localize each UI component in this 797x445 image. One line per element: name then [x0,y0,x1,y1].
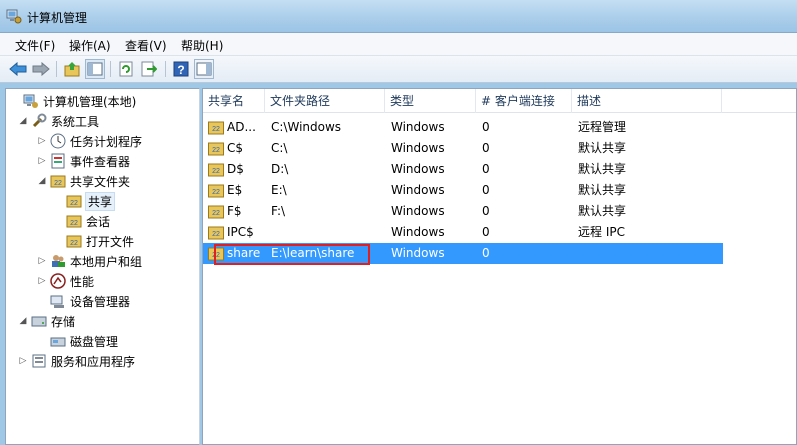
svg-text:22: 22 [70,200,78,207]
table-row[interactable]: 22 C$ C:\ Windows 0 默认共享 [203,138,723,159]
window-title: 计算机管理 [27,11,88,25]
export-list-icon[interactable] [139,59,159,79]
collapse-icon[interactable]: ◢ [18,116,28,126]
tree-item-shared-folders[interactable]: ◢ 22 共享文件夹 [37,172,130,190]
share-icon: 22 [208,121,224,135]
toolbar: ? [0,56,797,83]
tree-item-local-users-groups[interactable]: ▷ 本地用户和组 [37,252,142,270]
svg-text:22: 22 [212,210,220,217]
table-row-selected[interactable]: 22 share E:\learn\share Windows 0 [203,243,723,264]
table-row[interactable]: 22 IPC$ Windows 0 远程 IPC [203,222,723,243]
share-icon: 22 [208,205,224,219]
event-viewer-icon [51,153,65,169]
svg-text:22: 22 [70,220,78,227]
expand-icon[interactable]: ▷ [37,136,47,146]
table-row[interactable]: 22 AD... C:\Windows Windows 0 远程管理 [203,117,723,138]
device-manager-icon [50,295,64,308]
column-client-connections[interactable]: # 客户端连接 [476,89,572,113]
menu-view[interactable]: 查看(V) [125,37,167,54]
title-bar: 计算机管理 [0,0,797,33]
share-icon: 22 [208,226,224,240]
tools-icon [32,113,47,128]
svg-text:22: 22 [54,180,62,187]
back-icon[interactable] [8,59,28,79]
list-header: 共享名 文件夹路径 类型 # 客户端连接 描述 [203,89,796,113]
users-icon [52,255,65,267]
computer-management-icon [23,94,38,108]
show-hide-tree-icon[interactable] [85,59,105,79]
tree-item-event-viewer[interactable]: ▷ 事件查看器 [37,152,130,170]
share-icon: 22 [66,235,82,248]
menu-file[interactable]: 文件(F) [15,37,55,54]
svg-text:22: 22 [212,147,220,154]
tree-item-disk-management[interactable]: 磁盘管理 [50,332,118,350]
column-description[interactable]: 描述 [572,89,722,113]
clock-icon [50,133,66,149]
services-icon [32,354,46,368]
tree-item-storage[interactable]: ◢ 存储 [18,312,75,330]
menu-action[interactable]: 操作(A) [69,37,111,54]
tree-item-services-applications[interactable]: ▷ 服务和应用程序 [18,352,135,370]
share-icon: 22 [66,215,82,228]
expand-icon[interactable]: ▷ [37,256,47,266]
action-pane-icon[interactable] [194,59,214,79]
console-tree[interactable]: 计算机管理(本地) ◢ 系统工具 ▷ 任务计划程序 ▷ 事件查看器 ◢ 22 共… [5,88,200,445]
svg-text:?: ? [177,63,184,77]
svg-text:22: 22 [212,189,220,196]
computer-management-icon [6,9,22,24]
share-icon: 22 [208,247,224,261]
help-icon[interactable]: ? [171,59,191,79]
tree-item-shares[interactable]: 22 共享 [66,191,116,211]
table-row[interactable]: 22 D$ D:\ Windows 0 默认共享 [203,159,723,180]
table-row[interactable]: 22 E$ E:\ Windows 0 默认共享 [203,180,723,201]
storage-icon [31,316,47,327]
tree-item-task-scheduler[interactable]: ▷ 任务计划程序 [37,132,142,150]
svg-text:22: 22 [212,168,220,175]
svg-text:22: 22 [212,126,220,133]
collapse-icon[interactable]: ◢ [18,316,28,326]
up-folder-icon[interactable] [62,59,82,79]
tree-item-open-files[interactable]: 22 打开文件 [66,232,134,250]
svg-text:22: 22 [212,252,220,259]
tree-item-performance[interactable]: ▷ 性能 [37,272,94,290]
column-folder-path[interactable]: 文件夹路径 [265,89,385,113]
svg-text:22: 22 [70,240,78,247]
tree-item-sessions[interactable]: 22 会话 [66,212,110,230]
performance-icon [50,273,66,289]
forward-icon[interactable] [31,59,51,79]
tree-item-system-tools[interactable]: ◢ 系统工具 [18,112,99,130]
expand-icon[interactable]: ▷ [37,156,47,166]
table-row[interactable]: 22 F$ F:\ Windows 0 默认共享 [203,201,723,222]
tree-item-computer-management[interactable]: 计算机管理(本地) [10,92,136,110]
refresh-icon[interactable] [116,59,136,79]
disk-management-icon [50,337,66,347]
column-type[interactable]: 类型 [385,89,476,113]
menu-help[interactable]: 帮助(H) [181,37,223,54]
expand-icon[interactable]: ▷ [37,276,47,286]
share-icon: 22 [208,142,224,156]
expand-icon[interactable]: ▷ [18,356,28,366]
collapse-icon[interactable]: ◢ [37,176,47,186]
share-icon: 22 [208,184,224,198]
column-share-name[interactable]: 共享名 [203,89,265,113]
share-icon: 22 [208,163,224,177]
shares-list[interactable]: 共享名 文件夹路径 类型 # 客户端连接 描述 22 AD... C:\Wind… [202,88,797,445]
tree-item-device-manager[interactable]: 设备管理器 [50,292,130,310]
share-icon: 22 [66,195,82,208]
shared-folder-icon: 22 [50,175,66,188]
svg-text:22: 22 [212,231,220,238]
menu-bar: 文件(F) 操作(A) 查看(V) 帮助(H) [0,33,797,56]
